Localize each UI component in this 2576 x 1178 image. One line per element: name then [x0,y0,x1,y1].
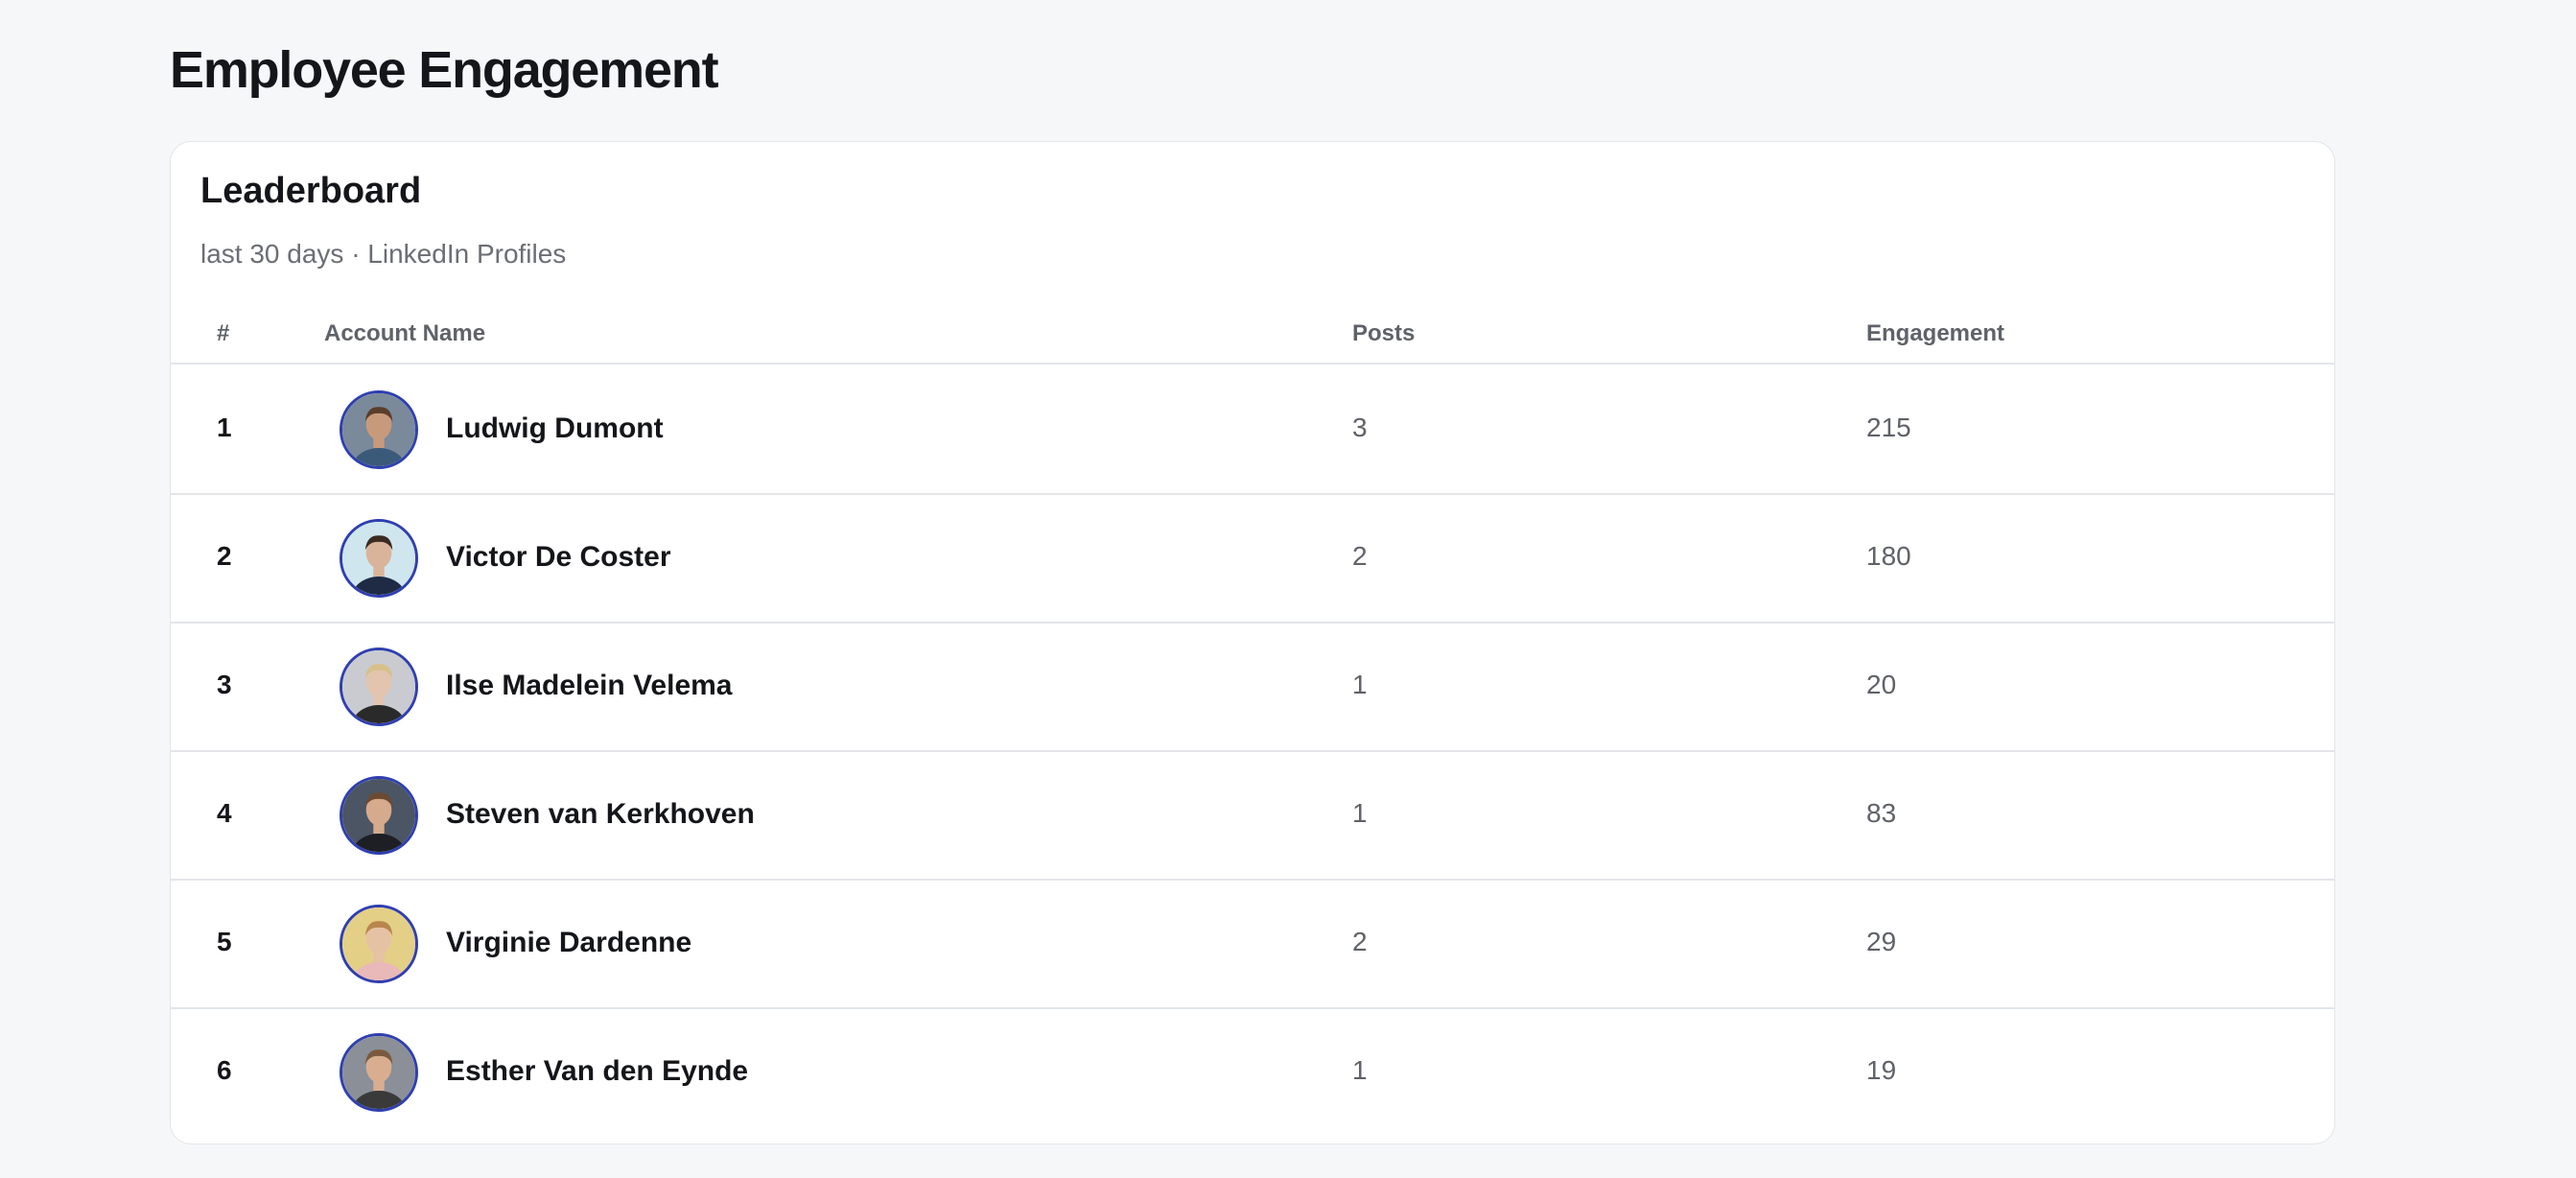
rank-cell: 6 [217,1055,232,1085]
rank-cell: 1 [217,412,232,442]
leaderboard-title: Leaderboard [200,171,422,211]
table-row[interactable]: 3 Ilse Madelein Velema 1 20 [171,624,2334,752]
engagement-count: 20 [1866,670,1897,699]
account-name[interactable]: Esther Van den Eynde [446,1055,748,1088]
column-header-account-name: Account Name [324,320,486,346]
rank-cell: 4 [217,798,232,828]
leaderboard-rows: 1 Ludwig Dumont 3 215 2 Victor De Coster… [171,366,2334,1138]
engagement-count: 19 [1866,1055,1897,1085]
leaderboard-subtitle: last 30 days · LinkedIn Profiles [200,239,567,269]
column-header-posts: Posts [1352,320,1416,346]
engagement-count: 29 [1866,927,1897,956]
avatar[interactable] [340,390,418,469]
leaderboard-card: Leaderboard last 30 days · LinkedIn Prof… [170,141,2335,1144]
posts-count: 1 [1352,798,1368,828]
column-header-rank: # [217,320,230,346]
table-header: # Account Name Posts Engagement [171,307,2334,365]
posts-count: 3 [1352,412,1368,442]
account-name[interactable]: Victor De Coster [446,541,671,574]
column-header-engagement: Engagement [1866,320,2005,346]
avatar[interactable] [340,776,418,855]
account-name[interactable]: Ilse Madelein Velema [446,670,733,702]
table-row[interactable]: 5 Virginie Dardenne 2 29 [171,881,2334,1009]
rank-cell: 3 [217,670,232,699]
avatar[interactable] [340,648,418,726]
page-title: Employee Engagement [170,41,719,99]
table-row[interactable]: 2 Victor De Coster 2 180 [171,495,2334,624]
rank-cell: 5 [217,927,232,956]
rank-cell: 2 [217,541,232,571]
posts-count: 2 [1352,927,1368,956]
avatar[interactable] [340,905,418,983]
table-row[interactable]: 6 Esther Van den Eynde 1 19 [171,1009,2334,1138]
posts-count: 1 [1352,1055,1368,1085]
account-name[interactable]: Virginie Dardenne [446,927,691,959]
posts-count: 1 [1352,670,1368,699]
account-name[interactable]: Ludwig Dumont [446,412,664,445]
engagement-count: 83 [1866,798,1897,828]
engagement-count: 215 [1866,412,1911,442]
posts-count: 2 [1352,541,1368,571]
avatar[interactable] [340,1033,418,1112]
avatar[interactable] [340,519,418,598]
table-row[interactable]: 1 Ludwig Dumont 3 215 [171,366,2334,495]
engagement-count: 180 [1866,541,1911,571]
account-name[interactable]: Steven van Kerkhoven [446,798,755,831]
table-row[interactable]: 4 Steven van Kerkhoven 1 83 [171,752,2334,881]
